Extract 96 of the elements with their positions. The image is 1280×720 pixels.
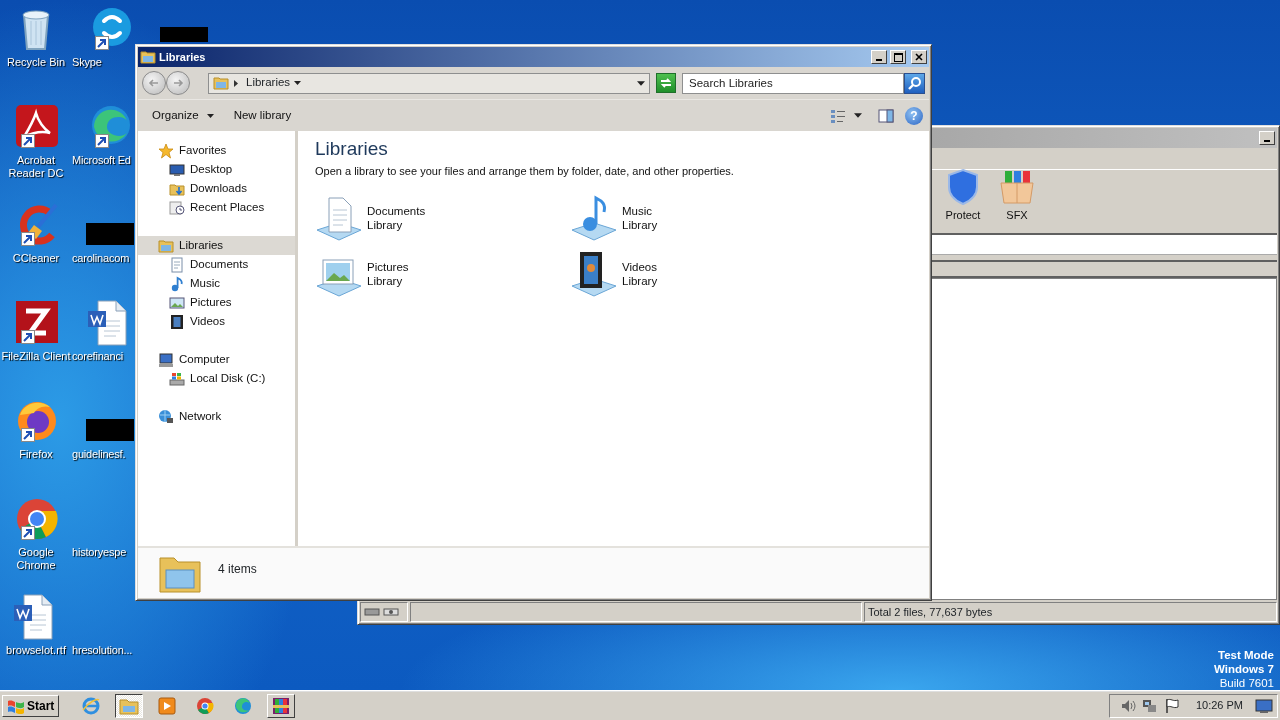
caret-icon — [853, 113, 862, 118]
status-text: Total 2 files, 77,637 bytes — [868, 604, 993, 620]
library-item[interactable]: Music Library — [570, 193, 825, 242]
right-arrow-icon — [172, 77, 184, 89]
nav-item[interactable]: Desktop — [138, 160, 295, 179]
library-folder-icon — [213, 75, 229, 91]
maximize-button[interactable] — [890, 50, 906, 64]
item-type: Library — [622, 217, 658, 232]
nav-item[interactable]: Local Disk (C:) — [138, 369, 295, 388]
preview-pane-icon — [877, 107, 894, 124]
music-library-icon — [570, 193, 618, 242]
media-player-icon — [157, 695, 178, 716]
address-bar[interactable]: Libraries — [208, 72, 650, 94]
description: Open a library to see your files and arrange them by folder, date, and other properties. — [315, 164, 735, 179]
icon-label[interactable]: historyespe — [72, 546, 127, 559]
network-icon[interactable] — [1141, 697, 1158, 714]
nav-item[interactable]: Pictures — [138, 293, 295, 312]
star-icon — [158, 142, 174, 159]
refresh-button[interactable] — [656, 73, 676, 93]
nav-item[interactable]: Music — [138, 274, 295, 293]
library-item[interactable]: Pictures Library — [315, 249, 570, 298]
archive-icon — [271, 695, 292, 716]
icon-label[interactable]: Acrobat Reader DC — [0, 154, 74, 180]
caret-icon — [294, 81, 302, 85]
nav-item[interactable]: Network — [138, 407, 295, 426]
content-heading: Libraries — [315, 137, 389, 161]
close-icon — [915, 53, 923, 61]
close-button[interactable] — [911, 50, 927, 64]
nav-item[interactable]: Libraries — [138, 236, 295, 255]
nav-item[interactable]: Favorites — [138, 141, 295, 160]
left-arrow-icon — [148, 77, 160, 89]
item-name: Videos — [622, 259, 658, 274]
nav-item[interactable]: Videos — [138, 312, 295, 331]
browser-icon — [195, 695, 216, 716]
monitor-icon — [169, 161, 185, 178]
drive-icon — [364, 607, 400, 617]
icon-label[interactable]: CCleaner — [12, 252, 60, 265]
taskbar-button[interactable] — [115, 693, 144, 718]
minimize-button[interactable] — [1259, 131, 1275, 145]
icon-label[interactable]: hresolution... — [72, 644, 133, 657]
views-dropdown-button[interactable] — [851, 111, 864, 120]
search-button[interactable] — [904, 72, 925, 94]
icon-label[interactable]: Microsoft Ed — [72, 154, 131, 167]
nav-item[interactable]: Downloads — [138, 179, 295, 198]
document-icon — [169, 256, 185, 273]
command-button[interactable]: Organize — [144, 103, 222, 128]
list-view-icon — [829, 107, 846, 124]
library-item[interactable]: Videos Library — [570, 249, 825, 298]
item-name: Music — [622, 203, 654, 218]
clock[interactable]: 10:26 PM — [1195, 697, 1243, 714]
toolbar-button[interactable]: Protect — [943, 166, 983, 223]
library-folder-icon — [158, 237, 174, 254]
recent-places-icon — [169, 199, 185, 216]
dropdown-icon[interactable] — [637, 80, 645, 86]
music-note-icon — [169, 275, 185, 292]
nav-item[interactable]: Recent Places — [138, 198, 295, 217]
search-icon — [907, 76, 922, 90]
videos-library-icon — [570, 249, 618, 298]
maximize-icon — [893, 52, 903, 62]
film-icon — [169, 313, 185, 330]
back-button[interactable] — [142, 71, 166, 95]
icon-label[interactable]: Skype — [72, 56, 102, 69]
icon-label[interactable]: browselot.rtf — [6, 644, 66, 657]
item-type: Library — [622, 273, 658, 288]
refresh-icon — [659, 76, 673, 90]
os-notice: Test Mode — [1218, 648, 1274, 662]
flag-icon[interactable] — [1163, 697, 1180, 714]
command-button[interactable]: New library — [225, 103, 300, 128]
forward-button[interactable] — [166, 71, 190, 95]
browser-icon — [81, 695, 102, 716]
item-type: Library — [367, 273, 404, 288]
item-type: Library — [367, 217, 404, 232]
os-notice: Build 7601 — [1219, 676, 1274, 690]
window-title: Libraries — [159, 49, 206, 65]
toolbar-button[interactable]: SFX — [997, 166, 1037, 223]
disk-drive-icon — [169, 370, 185, 387]
item-count: 4 items — [218, 561, 257, 578]
browser-icon — [233, 695, 254, 716]
item-name: Documents — [367, 203, 426, 218]
search-field[interactable]: Search Libraries — [682, 72, 904, 94]
nav-item[interactable]: Documents — [138, 255, 295, 274]
show-desktop-icon[interactable] — [1255, 698, 1273, 713]
start-button[interactable]: Start — [2, 694, 60, 717]
minimize-button[interactable] — [871, 50, 887, 64]
item-name: Pictures — [367, 259, 409, 274]
library-folder-icon — [140, 49, 156, 65]
computer-icon — [158, 351, 174, 368]
breadcrumb[interactable]: Libraries — [244, 74, 304, 92]
icon-label[interactable]: Recycle Bin — [6, 56, 66, 69]
library-item[interactable]: Documents Library — [315, 193, 570, 242]
os-notice: Windows 7 — [1214, 662, 1274, 676]
picture-icon — [169, 294, 185, 311]
network-icon — [158, 408, 174, 425]
chevron-icon — [233, 79, 240, 87]
icon-label[interactable]: carolinacom — [72, 252, 130, 265]
nav-item[interactable]: Computer — [138, 350, 295, 369]
